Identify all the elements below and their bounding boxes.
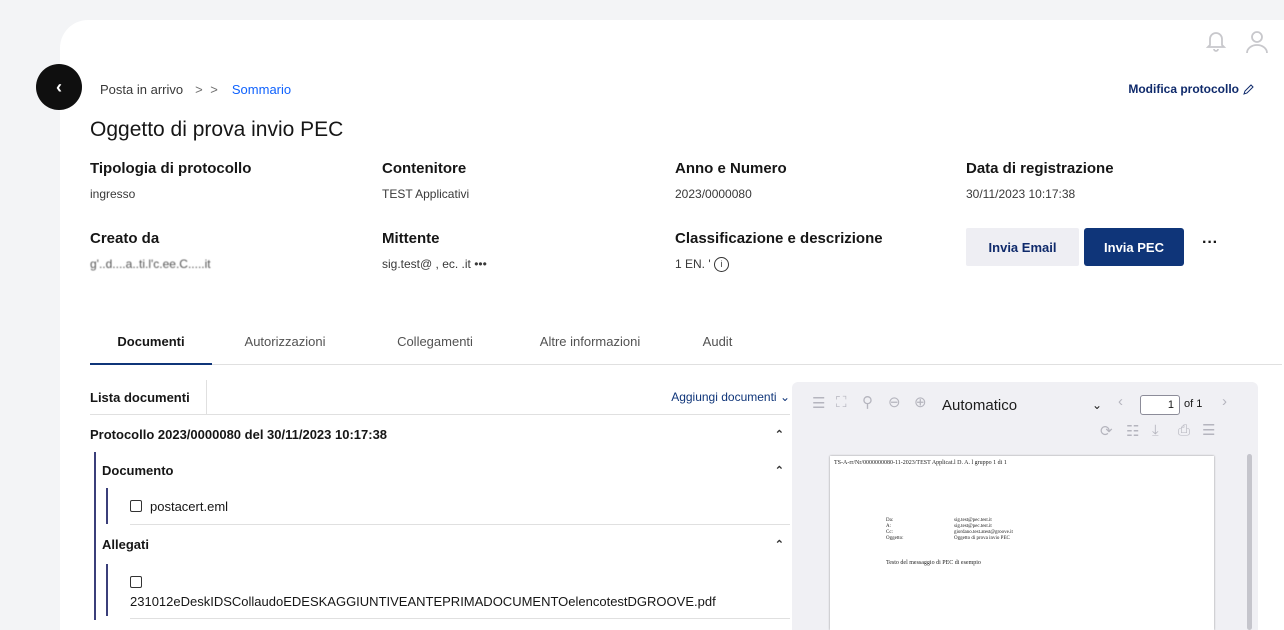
list-item: 231012eDeskIDSCollaudoEDESKAGGIUNTIVEANT… (130, 566, 790, 619)
field-label: Mittente (382, 230, 440, 247)
field-anno-numero: Anno e Numero 2023/0000080 (675, 160, 787, 201)
modify-protocol-link[interactable]: Modifica protocollo (1128, 82, 1254, 96)
pdf-fields: Da: sig.test@pec.test.it A: sig.test@pec.te… (886, 518, 1013, 542)
chevron-up-icon[interactable]: ⌃ (775, 538, 784, 551)
breadcrumb-separator: > > (195, 82, 220, 97)
pencil-icon (1243, 83, 1254, 95)
doclist-header: Lista documenti Aggiungi documenti ⌄ (90, 380, 790, 415)
add-documents-button[interactable]: Aggiungi documenti ⌄ (671, 390, 790, 404)
page-number-input[interactable]: 1 (1140, 395, 1180, 415)
chevron-right-icon[interactable]: › (1222, 393, 1227, 410)
sub-line (106, 488, 108, 524)
field-value: g'..d....a..ti.l'c.ee.C.....it (90, 257, 211, 271)
page-icon[interactable]: ☷ (1126, 422, 1139, 440)
pdf-header: TS-A-rr/Nr/0000000080-11-2023/TEST Appli… (834, 460, 1007, 466)
allegati-label: Allegati (102, 536, 149, 552)
field-value: TEST Applicativi (382, 187, 470, 201)
download-icon[interactable]: ⤓ (1152, 422, 1159, 439)
rotate-icon[interactable]: ⟳ (1100, 422, 1113, 440)
invia-email-button[interactable]: Invia Email (966, 228, 1079, 266)
field-value: ingresso (90, 187, 136, 201)
field-value[interactable]: sig.test@ , ec. .it ••• (382, 257, 487, 271)
back-button[interactable]: ‹ (36, 64, 82, 110)
pdf-body: Testo del messaggio di PEC di esempio (886, 560, 981, 566)
fullscreen-icon[interactable]: ⛶ (836, 394, 847, 411)
field-value: 2023/0000080 (675, 187, 752, 201)
pdf-field-key: Oggetto: (886, 536, 904, 541)
field-label: Classificazione e descrizione (675, 230, 883, 247)
protocol-row[interactable]: Protocollo 2023/0000080 del 30/11/2023 1… (90, 416, 790, 452)
info-icon[interactable]: i (713, 257, 729, 273)
field-mittente: Mittente sig.test@ , ec. .it ••• (382, 230, 487, 271)
field-value: 1 EN. ' (675, 257, 711, 271)
pdf-field-value: sig.test@pec.test.it (954, 524, 992, 529)
user-icon[interactable] (1244, 28, 1270, 56)
more-options-button[interactable]: ··· (1202, 234, 1218, 252)
tab-bar: Documenti Autorizzazioni Collegamenti Al… (90, 320, 1282, 365)
documento-label: Documento (102, 462, 174, 478)
pdf-field-value: giordano.test.atest@groove.it (954, 530, 1013, 535)
documento-section[interactable]: Documento ⌃ (102, 452, 790, 488)
invia-pec-button[interactable]: Invia PEC (1084, 228, 1184, 266)
chevron-down-icon: ⌄ (1091, 398, 1102, 412)
chevron-down-icon: ⌄ (779, 390, 790, 404)
attachment-filename[interactable]: 231012eDeskIDSCollaudoEDESKAGGIUNTIVEANT… (130, 594, 716, 609)
field-label: Contenitore (382, 160, 467, 177)
sub-line (106, 564, 108, 616)
menu-icon[interactable]: ☰ (1202, 421, 1215, 439)
previous-page-icon[interactable]: ‹ (1118, 393, 1123, 410)
add-documents-label: Aggiungi documenti (671, 390, 777, 404)
tab-collegamenti[interactable]: Collegamenti (370, 320, 500, 363)
print-icon[interactable]: ⎙ (1178, 422, 1190, 439)
field-label: Creato da (90, 230, 160, 247)
chevron-up-icon[interactable]: ⌃ (775, 428, 784, 441)
zoom-in-icon[interactable]: ⊕ (914, 393, 927, 411)
field-label: Tipologia di protocollo (90, 160, 252, 177)
section-line (94, 452, 96, 526)
pdf-field-row: Oggetto: Oggetto di prova invio PEC (886, 536, 1013, 542)
field-tipologia: Tipologia di protocollo ingresso (90, 160, 251, 201)
field-label: Data di registrazione (966, 160, 1114, 177)
pdf-field-value: Oggetto di prova invio PEC (954, 536, 1010, 541)
allegati-section[interactable]: Allegati ⌃ (102, 526, 790, 562)
attachment-checkbox[interactable] (130, 575, 142, 588)
field-contenitore: Contenitore TEST Applicativi (382, 160, 469, 201)
breadcrumb: Posta in arrivo > > Sommario (100, 82, 291, 97)
modify-protocol-label: Modifica protocollo (1128, 82, 1239, 96)
protocol-label: Protocollo 2023/0000080 del 30/11/2023 1… (90, 426, 388, 442)
field-label: Anno e Numero (675, 160, 787, 177)
pdf-viewer: ☰ ⛶ ⚲ ⊖ ⊕ Automatico ⌄ ‹ 1 of 1 › ⟳ ☷ ⤓ … (792, 382, 1258, 630)
pdf-field-value: sig.test@pec.test.it (954, 518, 992, 523)
breadcrumb-current[interactable]: Sommario (232, 82, 291, 97)
list-item: postacert.eml (130, 488, 790, 525)
header-icons (1204, 28, 1270, 56)
section-line (94, 526, 96, 620)
tab-autorizzazioni[interactable]: Autorizzazioni (220, 320, 350, 363)
document-checkbox[interactable] (130, 500, 142, 512)
chevron-left-icon: ‹ (56, 76, 62, 97)
field-value-row: 1 EN. ' i (675, 257, 883, 273)
tab-audit[interactable]: Audit (680, 320, 755, 363)
zoom-value: Automatico (942, 396, 1018, 414)
zoom-out-icon[interactable]: ⊖ (888, 393, 901, 411)
bell-icon[interactable] (1204, 28, 1228, 54)
tab-altre-informazioni[interactable]: Altre informazioni (515, 320, 665, 363)
field-data-registrazione: Data di registrazione 30/11/2023 10:17:3… (966, 160, 1114, 201)
page-title: Oggetto di prova invio PEC (90, 118, 344, 141)
sidebar-toggle-icon[interactable]: ☰ (812, 394, 825, 412)
breadcrumb-parent[interactable]: Posta in arrivo (100, 82, 183, 97)
zoom-select[interactable]: Automatico ⌄ (942, 394, 1102, 416)
field-classificazione: Classificazione e descrizione 1 EN. ' i (675, 230, 883, 273)
search-icon[interactable]: ⚲ (862, 393, 873, 411)
chevron-up-icon[interactable]: ⌃ (775, 464, 784, 477)
viewer-scrollbar[interactable] (1247, 454, 1252, 630)
pdf-page: TS-A-rr/Nr/0000000080-11-2023/TEST Appli… (830, 456, 1214, 630)
field-value: 30/11/2023 10:17:38 (966, 187, 1076, 201)
field-creato-da: Creato da g'..d....a..ti.l'c.ee.C.....it (90, 230, 211, 271)
document-filename[interactable]: postacert.eml (150, 499, 228, 514)
page-count: of 1 (1184, 398, 1203, 410)
doclist-title: Lista documenti (90, 380, 207, 414)
tab-documenti[interactable]: Documenti (90, 320, 212, 365)
